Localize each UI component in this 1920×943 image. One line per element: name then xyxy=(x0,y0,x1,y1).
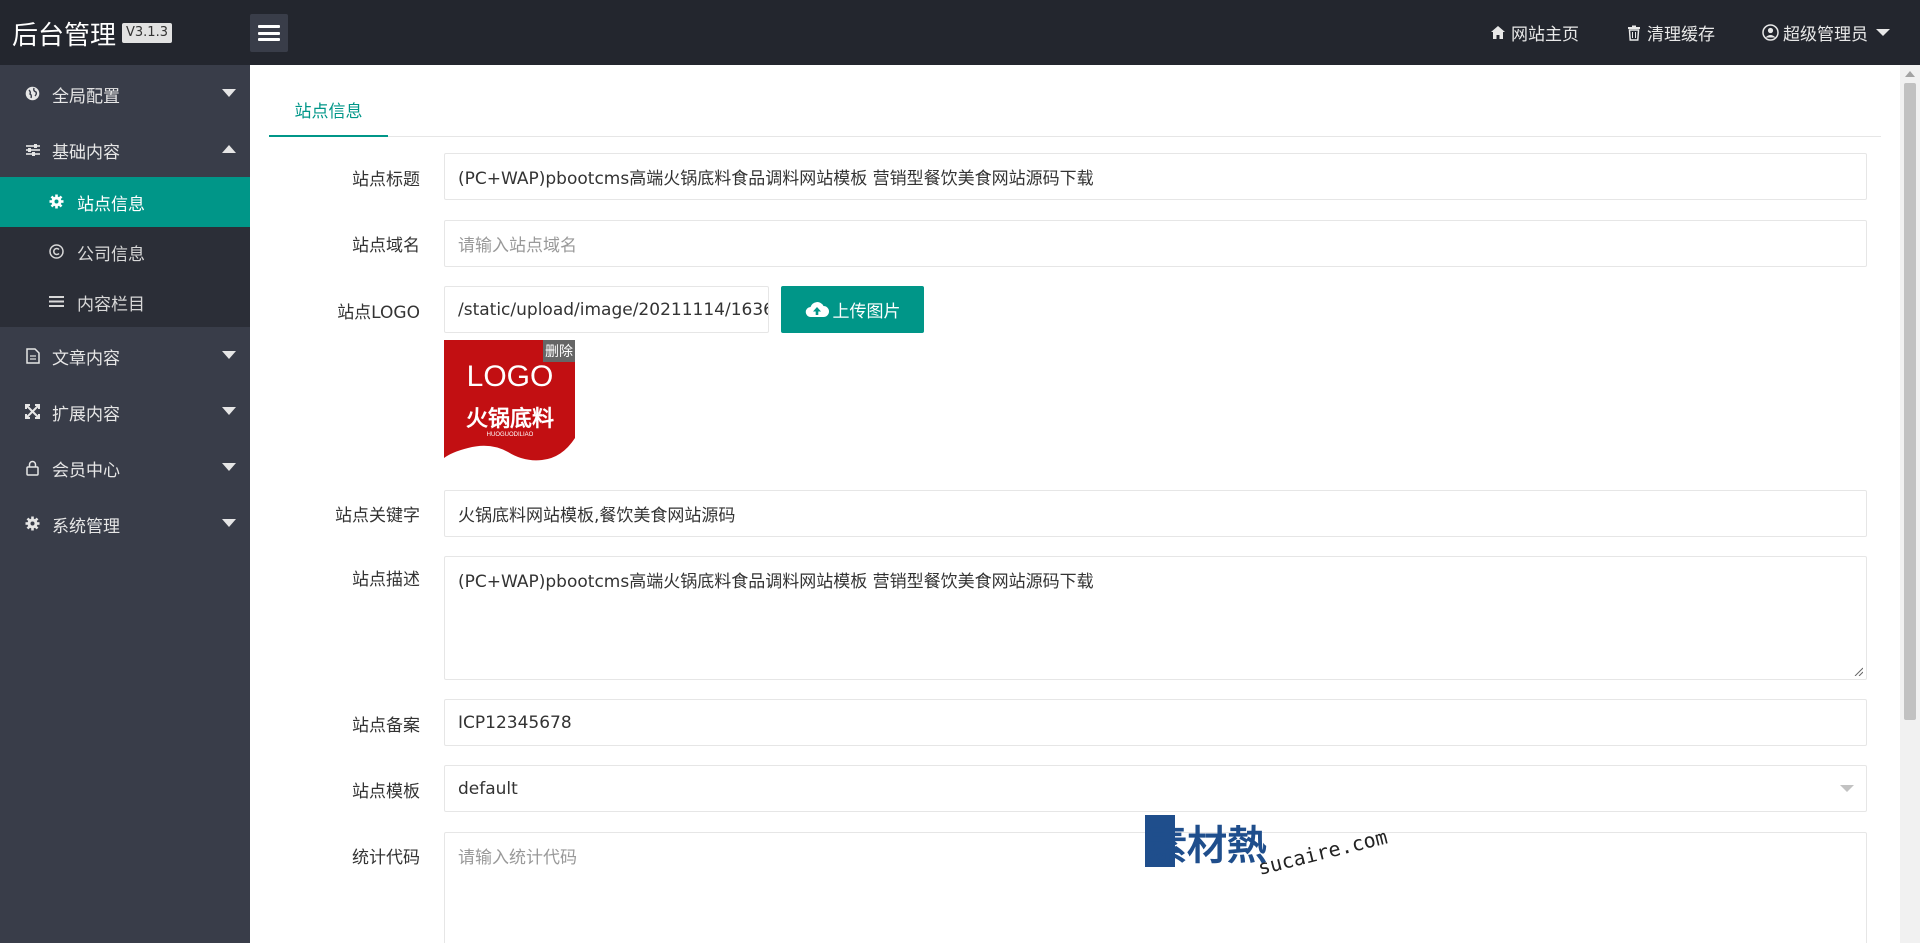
logo-cn-text: 火锅底料 xyxy=(466,406,554,432)
top-header: 后台管理 V3.1.3 网站主页 清理缓存 超级管理员 xyxy=(0,0,1920,65)
clear-cache-link[interactable]: 清理缓存 xyxy=(1625,20,1715,45)
logo-pinyin-text: HUOGUODILIAO xyxy=(487,432,534,438)
chevron-down-icon xyxy=(222,519,236,527)
brand: 后台管理 V3.1.3 xyxy=(12,16,172,51)
admin-menu[interactable]: 超级管理员 xyxy=(1761,20,1890,45)
sidebar-group-system[interactable]: 系统管理 xyxy=(0,495,250,551)
chevron-up-icon xyxy=(222,145,236,153)
scrollbar-thumb[interactable] xyxy=(1904,83,1916,720)
chevron-down-icon xyxy=(222,351,236,359)
tab-site-info[interactable]: 站点信息 xyxy=(269,95,388,137)
chevron-down-icon xyxy=(222,407,236,415)
menu-toggle-button[interactable] xyxy=(250,14,288,52)
sidebar-group-label: 基础内容 xyxy=(52,143,120,163)
admin-label: 超级管理员 xyxy=(1783,25,1868,45)
watermark-en: sucaire.com xyxy=(1255,825,1389,880)
site-description-text: (PC+WAP)pbootcms高端火锅底料食品调料网站模板 营销型餐饮美食网站… xyxy=(458,572,1094,592)
site-keywords-input[interactable]: 火锅底料网站模板,餐饮美食网站源码 xyxy=(444,490,1867,537)
file-icon xyxy=(24,347,41,364)
clear-cache-label: 清理缓存 xyxy=(1647,25,1715,45)
sidebar-item-site-info[interactable]: 站点信息 xyxy=(0,177,250,227)
site-title-label: 站点标题 xyxy=(352,170,420,190)
watermark-cn: 素材熱 xyxy=(1147,823,1267,869)
page-scrollbar[interactable] xyxy=(1900,65,1920,943)
scroll-up-arrow-icon[interactable] xyxy=(1905,71,1915,77)
hamburger-icon xyxy=(258,25,280,41)
upload-image-label: 上传图片 xyxy=(832,302,901,322)
site-title-input[interactable]: (PC+WAP)pbootcms高端火锅底料食品调料网站模板 营销型餐饮美食网站… xyxy=(444,153,1867,200)
sidebar-group-global-config[interactable]: 全局配置 xyxy=(0,65,250,121)
sidebar-group-label: 扩展内容 xyxy=(52,405,120,425)
chevron-down-icon xyxy=(1840,785,1854,792)
watermark-logo: 素材熱 sucaire.com xyxy=(1145,815,1390,880)
cloud-upload-icon xyxy=(805,301,829,318)
site-template-select[interactable]: default xyxy=(444,765,1867,812)
site-template-value: default xyxy=(458,778,518,799)
site-domain-input[interactable]: 请输入站点域名 xyxy=(444,220,1867,267)
sidebar-group-label: 系统管理 xyxy=(52,517,120,537)
sidebar-item-content-columns[interactable]: 内容栏目 xyxy=(0,277,250,327)
stats-code-placeholder: 请输入统计代码 xyxy=(458,848,577,868)
main-content: 站点信息 站点标题 (PC+WAP)pbootcms高端火锅底料食品调料网站模板… xyxy=(250,65,1900,943)
site-description-textarea[interactable]: (PC+WAP)pbootcms高端火锅底料食品调料网站模板 营销型餐饮美食网站… xyxy=(444,556,1867,680)
stats-code-label: 统计代码 xyxy=(352,848,420,868)
site-logo-label: 站点LOGO xyxy=(337,303,420,323)
sidebar-item-label: 站点信息 xyxy=(77,195,145,215)
version-badge: V3.1.3 xyxy=(122,23,172,43)
chevron-down-icon xyxy=(222,463,236,471)
sidebar-group-articles[interactable]: 文章内容 xyxy=(0,327,250,383)
site-icp-input[interactable]: ICP12345678 xyxy=(444,699,1867,746)
user-circle-icon xyxy=(1761,24,1779,42)
logo-text: LOGO xyxy=(467,360,554,393)
site-icp-label: 站点备案 xyxy=(352,716,420,736)
sidebar-group-basic-content[interactable]: 基础内容 xyxy=(0,121,250,177)
sidebar-group-label: 文章内容 xyxy=(52,349,120,369)
delete-logo-button[interactable]: 删除 xyxy=(543,340,575,362)
home-link[interactable]: 网站主页 xyxy=(1489,20,1579,45)
site-logo-path-input[interactable]: /static/upload/image/20211114/1636854 xyxy=(444,286,769,333)
gear-icon xyxy=(48,193,65,210)
tab-bar: 站点信息 xyxy=(269,95,1881,137)
sidebar-item-label: 内容栏目 xyxy=(77,295,145,315)
sidebar-submenu: 站点信息 公司信息 内容栏目 xyxy=(0,177,250,327)
top-nav: 网站主页 清理缓存 超级管理员 xyxy=(1489,0,1920,65)
sliders-icon xyxy=(24,141,41,158)
expand-icon xyxy=(24,403,41,420)
site-description-label: 站点描述 xyxy=(352,570,420,590)
sidebar-group-label: 会员中心 xyxy=(52,461,120,481)
list-icon xyxy=(48,293,65,310)
chevron-down-icon xyxy=(1876,29,1890,36)
sidebar-group-members[interactable]: 会员中心 xyxy=(0,439,250,495)
resize-handle-icon[interactable] xyxy=(1854,667,1863,676)
site-template-label: 站点模板 xyxy=(352,782,420,802)
site-keywords-label: 站点关键字 xyxy=(335,506,420,526)
sidebar-group-label: 全局配置 xyxy=(52,87,120,107)
sidebar-group-extensions[interactable]: 扩展内容 xyxy=(0,383,250,439)
upload-image-button[interactable]: 上传图片 xyxy=(781,286,924,333)
home-link-label: 网站主页 xyxy=(1511,25,1579,45)
app-title: 后台管理 xyxy=(12,20,117,51)
logo-preview: LOGO 火锅底料 HUOGUODILIAO 删除 xyxy=(444,340,575,468)
gear-icon xyxy=(24,515,41,532)
sidebar-item-company-info[interactable]: 公司信息 xyxy=(0,227,250,277)
watermark: 素材熱 sucaire.com xyxy=(1145,815,1405,895)
sidebar: 全局配置 基础内容 站点信息 公司信息 内容栏目 文章内容 扩展内容 会员中心 … xyxy=(0,65,250,943)
site-domain-label: 站点域名 xyxy=(352,236,420,256)
home-icon xyxy=(1489,24,1507,42)
copyright-icon xyxy=(48,243,65,260)
sidebar-item-label: 公司信息 xyxy=(77,245,145,265)
user-icon xyxy=(24,459,41,476)
globe-icon xyxy=(24,85,41,102)
trash-icon xyxy=(1625,24,1643,42)
chevron-down-icon xyxy=(222,89,236,97)
